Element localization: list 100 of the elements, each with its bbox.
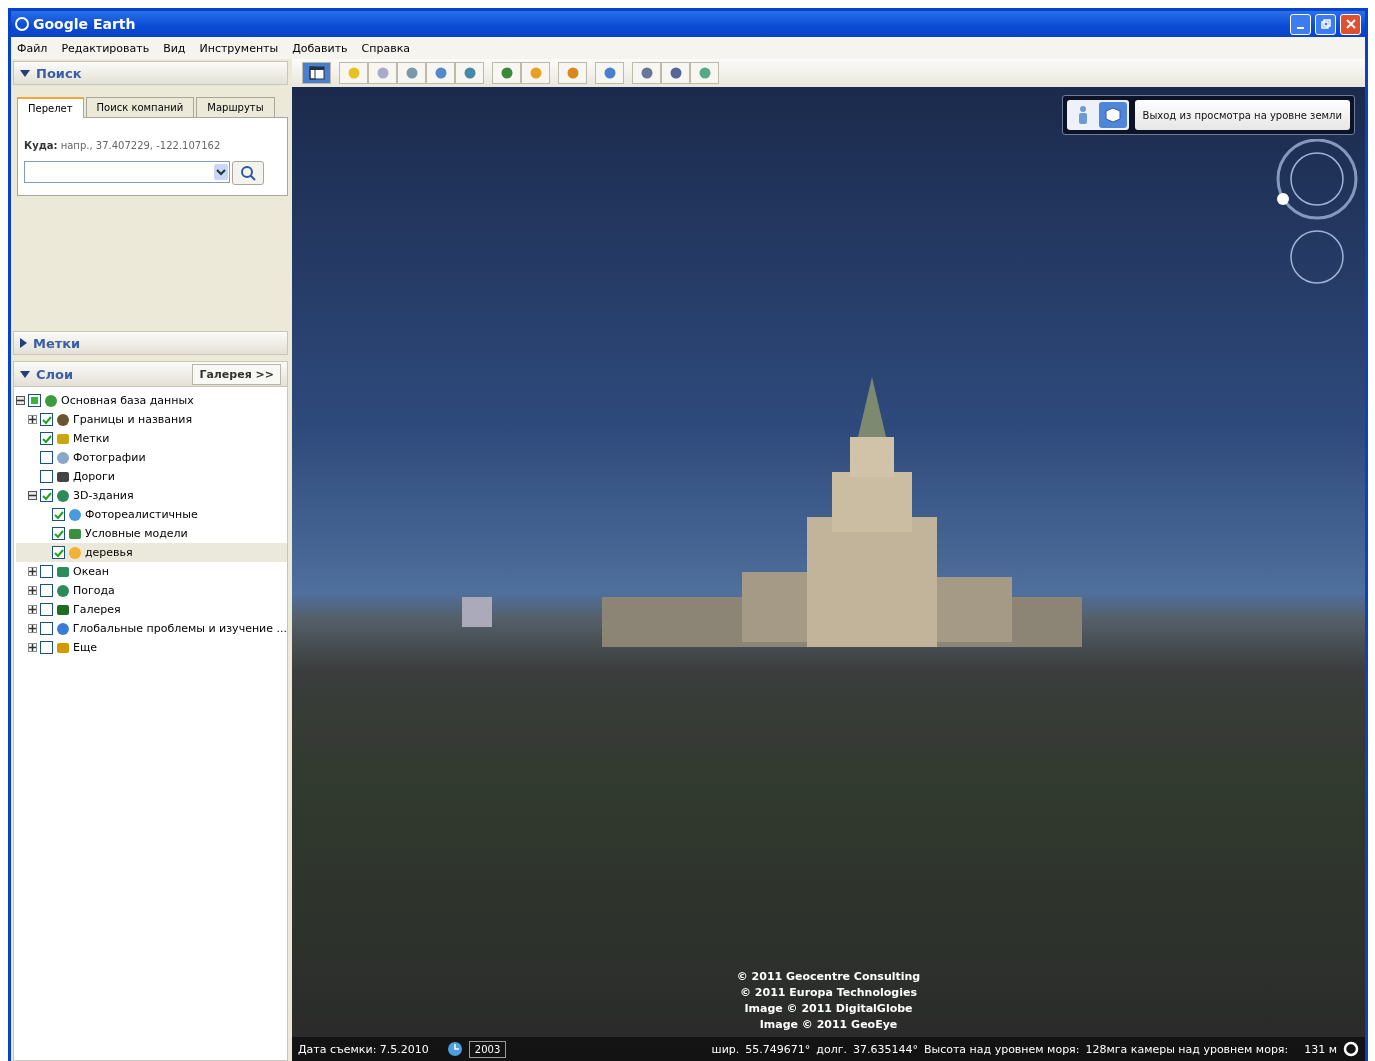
checkbox[interactable] bbox=[40, 641, 53, 654]
person-icon bbox=[1076, 105, 1089, 125]
search-panel-header[interactable]: Поиск bbox=[13, 61, 288, 85]
layer-label: Основная база данных bbox=[61, 394, 194, 407]
path-button[interactable] bbox=[397, 62, 426, 84]
layer-item[interactable]: Погода bbox=[16, 581, 287, 600]
checkbox[interactable] bbox=[52, 508, 65, 521]
layer-icon bbox=[44, 393, 58, 408]
checkbox[interactable] bbox=[28, 394, 41, 407]
expand-icon[interactable] bbox=[28, 415, 37, 424]
layer-label: Еще bbox=[73, 641, 98, 654]
layer-icon bbox=[56, 431, 70, 446]
loading-ring-icon bbox=[1343, 1041, 1359, 1057]
gallery-button[interactable]: Галерея >> bbox=[192, 363, 281, 385]
clock-icon[interactable] bbox=[446, 1041, 463, 1057]
places-panel-header[interactable]: Метки bbox=[13, 331, 288, 355]
layer-icon bbox=[56, 583, 70, 598]
checkbox[interactable] bbox=[40, 470, 53, 483]
search-field[interactable] bbox=[24, 161, 230, 183]
layer-icon bbox=[56, 450, 70, 465]
overlay-button[interactable] bbox=[426, 62, 455, 84]
close-button[interactable] bbox=[1340, 13, 1361, 35]
layer-icon bbox=[56, 602, 70, 617]
tab[interactable]: Маршруты bbox=[196, 97, 275, 117]
planet-button[interactable] bbox=[558, 62, 587, 84]
menu-item[interactable]: Файл bbox=[17, 41, 48, 55]
printer-button[interactable] bbox=[661, 62, 690, 84]
expand-icon[interactable] bbox=[28, 624, 37, 633]
latitude-label: шир. bbox=[711, 1042, 740, 1056]
checkbox[interactable] bbox=[40, 565, 53, 578]
layer-icon bbox=[56, 488, 70, 503]
menu-item[interactable]: Редактировать bbox=[61, 41, 150, 55]
search-button[interactable] bbox=[232, 161, 264, 185]
collapse-icon[interactable] bbox=[28, 491, 37, 500]
minimize-button[interactable] bbox=[1290, 13, 1311, 35]
layer-item[interactable]: Условные модели bbox=[16, 524, 287, 543]
layer-item[interactable]: Галерея bbox=[16, 600, 287, 619]
search-icon bbox=[240, 165, 256, 181]
caret-icon[interactable] bbox=[214, 164, 228, 180]
checkbox[interactable] bbox=[52, 527, 65, 540]
expand-icon[interactable] bbox=[28, 567, 37, 576]
restore-button[interactable] bbox=[1315, 13, 1336, 35]
copyright-text: Image © 2011 GeoEye bbox=[759, 1017, 898, 1033]
layer-item[interactable]: Метки bbox=[16, 429, 287, 448]
tour-button[interactable] bbox=[455, 62, 484, 84]
cube-icon bbox=[1104, 107, 1121, 123]
layer-label: Глобальные проблемы и изучение ... bbox=[72, 622, 287, 635]
menu-item[interactable]: Справка bbox=[361, 41, 411, 55]
layer-item[interactable]: Еще bbox=[16, 638, 287, 657]
checkbox[interactable] bbox=[40, 432, 53, 445]
layer-label: Дороги bbox=[73, 470, 115, 483]
layer-label: 3D-здания bbox=[73, 489, 134, 502]
year-button[interactable]: 2003 bbox=[468, 1040, 507, 1058]
layer-item[interactable]: Океан bbox=[16, 562, 287, 581]
earth-button[interactable] bbox=[492, 62, 521, 84]
sidebar-toggle-button[interactable] bbox=[302, 62, 331, 84]
elevation-label: Высота над уровнем моря: bbox=[923, 1042, 1080, 1056]
close-icon bbox=[1345, 19, 1356, 29]
window-title: Google Earth bbox=[33, 16, 137, 32]
checkbox[interactable] bbox=[40, 603, 53, 616]
layer-icon bbox=[56, 412, 70, 427]
minimize-icon bbox=[1297, 27, 1304, 29]
layer-label: Океан bbox=[73, 565, 109, 578]
tab[interactable]: Перелет bbox=[17, 97, 84, 118]
layer-item[interactable]: Дороги bbox=[16, 467, 287, 486]
envelope-button[interactable] bbox=[632, 62, 661, 84]
checkbox[interactable] bbox=[40, 413, 53, 426]
layers-panel-header[interactable]: Слои Галерея >> bbox=[13, 361, 288, 387]
layer-item[interactable]: Фотореалистичные bbox=[16, 505, 287, 524]
exit-ground-view-button[interactable]: Выход из просмотра на уровне земли bbox=[1134, 100, 1350, 130]
layer-item[interactable]: 3D-здания bbox=[16, 486, 287, 505]
menu-item[interactable]: Инструменты bbox=[199, 41, 279, 55]
menu-item[interactable]: Добавить bbox=[292, 41, 348, 55]
expand-icon[interactable] bbox=[28, 643, 37, 652]
capture-date: Дата съемки: 7.5.2010 bbox=[298, 1042, 429, 1056]
ruler-button[interactable] bbox=[595, 62, 624, 84]
expand-icon[interactable] bbox=[28, 586, 37, 595]
layer-item[interactable]: Основная база данных bbox=[16, 391, 287, 410]
layer-item[interactable]: Глобальные проблемы и изучение ... bbox=[16, 619, 287, 638]
expand-icon[interactable] bbox=[28, 605, 37, 614]
layer-icon bbox=[56, 640, 70, 655]
cube-button[interactable] bbox=[1098, 102, 1127, 128]
ground-level-view[interactable] bbox=[292, 87, 1365, 1061]
checkbox[interactable] bbox=[40, 489, 53, 502]
checkbox[interactable] bbox=[40, 584, 53, 597]
checkbox[interactable] bbox=[52, 546, 65, 559]
layer-icon bbox=[68, 507, 82, 522]
layer-item[interactable]: Фотографии bbox=[16, 448, 287, 467]
checkbox[interactable] bbox=[40, 622, 53, 635]
tab[interactable]: Поиск компаний bbox=[85, 97, 195, 117]
camera-altitude-label: 128мга камеры над уровнем моря: bbox=[1085, 1042, 1289, 1056]
layer-item[interactable]: Границы и названия bbox=[16, 410, 287, 429]
checkbox[interactable] bbox=[40, 451, 53, 464]
map-button[interactable] bbox=[690, 62, 719, 84]
menu-item[interactable]: Вид bbox=[163, 41, 186, 55]
copyright-text: © 2011 Europa Technologies bbox=[740, 985, 917, 1001]
partial-check-icon bbox=[31, 397, 38, 404]
layer-item[interactable]: деревья bbox=[16, 543, 287, 562]
collapse-icon[interactable] bbox=[16, 396, 25, 405]
layer-label: Метки bbox=[73, 432, 110, 445]
